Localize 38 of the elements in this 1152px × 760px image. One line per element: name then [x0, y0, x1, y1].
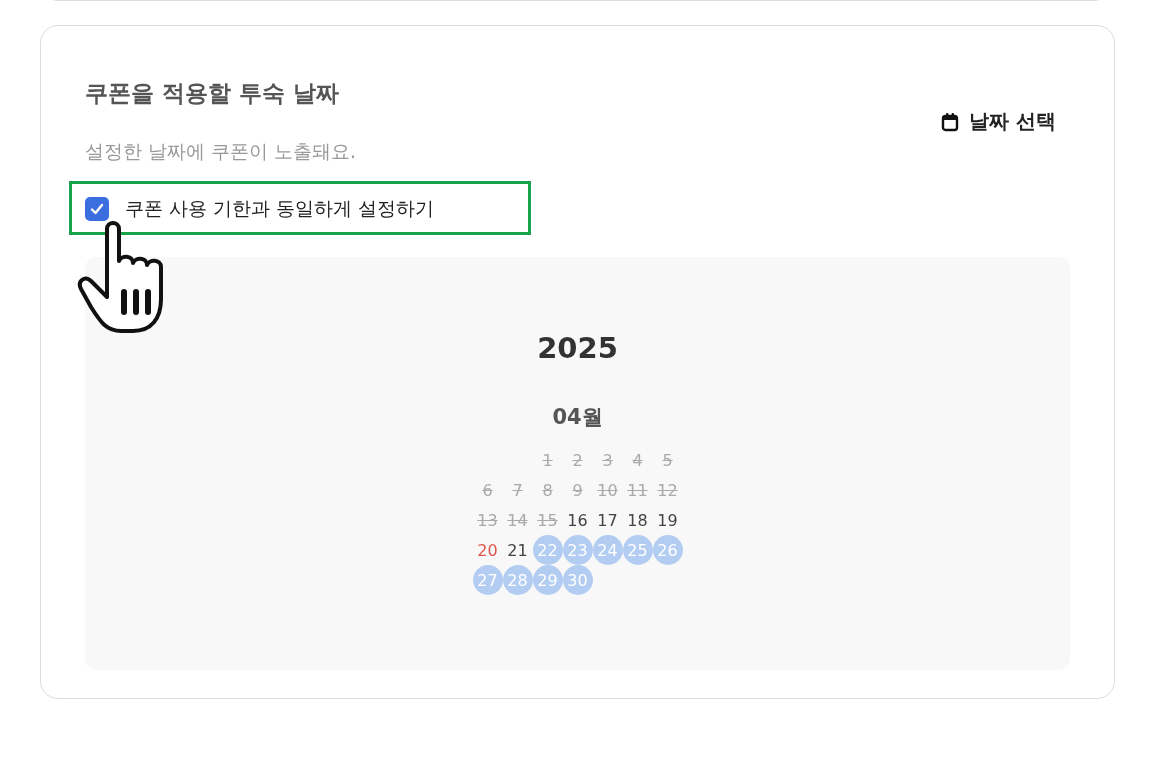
selected-date[interactable]: 29: [532, 565, 563, 595]
calendar-icon: [941, 111, 960, 132]
calendar-date[interactable]: 2: [562, 445, 593, 475]
selected-date[interactable]: 25: [622, 535, 653, 565]
calendar-date[interactable]: 11: [622, 475, 653, 505]
calendar-date[interactable]: 6: [472, 475, 503, 505]
calendar-date[interactable]: 4: [622, 445, 653, 475]
selected-date[interactable]: 28: [502, 565, 533, 595]
calendar-date[interactable]: 12: [652, 475, 683, 505]
calendar-date[interactable]: 13: [472, 505, 503, 535]
selected-date[interactable]: 27: [472, 565, 503, 595]
selected-date[interactable]: 26: [652, 535, 683, 565]
section-description: 설정한 날짜에 쿠폰이 노출돼요.: [85, 139, 357, 164]
calendar-date[interactable]: 14: [502, 505, 533, 535]
calendar-month: 04월: [552, 404, 603, 431]
calendar-date[interactable]: 8: [532, 475, 563, 505]
calendar-date[interactable]: 7: [502, 475, 533, 505]
selected-date[interactable]: 30: [562, 565, 593, 595]
calendar-date[interactable]: 5: [652, 445, 683, 475]
same-as-expiry-checkbox[interactable]: 쿠폰 사용 기한과 동일하게 설정하기: [85, 196, 435, 222]
calendar-year: 2025: [537, 331, 618, 365]
calendar-date[interactable]: 10: [592, 475, 623, 505]
date-select-button[interactable]: 날짜 선택: [941, 108, 1056, 135]
calendar-date[interactable]: 18: [622, 505, 653, 535]
section-title: 쿠폰을 적용할 투숙 날짜: [85, 79, 341, 108]
selected-date[interactable]: 22: [532, 535, 563, 565]
selected-date[interactable]: 23: [562, 535, 593, 565]
checkbox[interactable]: [85, 197, 109, 221]
calendar-date[interactable]: 19: [652, 505, 683, 535]
calendar-date[interactable]: 20: [472, 535, 503, 565]
calendar-date[interactable]: 15: [532, 505, 563, 535]
calendar-date[interactable]: 3: [592, 445, 623, 475]
calendar-date[interactable]: 21: [502, 535, 533, 565]
calendar-date[interactable]: 1: [532, 445, 563, 475]
calendar-date[interactable]: 16: [562, 505, 593, 535]
selected-date[interactable]: 24: [592, 535, 623, 565]
calendar-date[interactable]: 17: [592, 505, 623, 535]
calendar-date[interactable]: 9: [562, 475, 593, 505]
